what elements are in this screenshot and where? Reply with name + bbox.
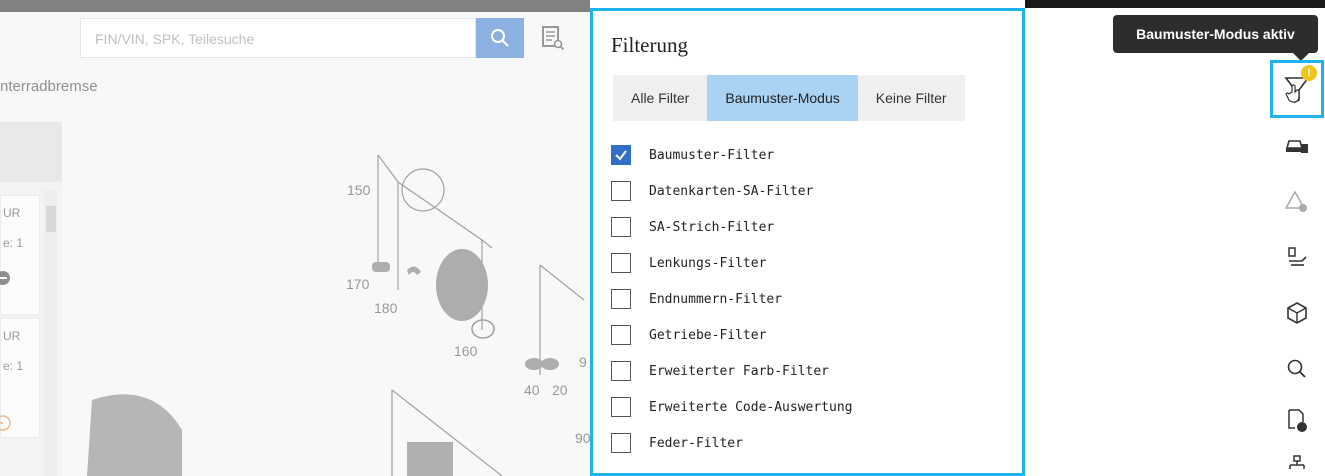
app-frame: nterradbremse UR e: 1 UR e: 1 (0, 0, 1325, 476)
filter-popup: Filterung Alle Filter Baumuster-Modus Ke… (590, 8, 1025, 476)
warnings-button[interactable] (1272, 180, 1322, 222)
oil-service-icon (1288, 247, 1307, 266)
filter-option-label: Endnummern-Filter (649, 291, 783, 307)
hierarchy-icon (1289, 455, 1305, 469)
checkbox[interactable] (611, 181, 631, 201)
filter-option-lenkungs[interactable]: Lenkungs-Filter (611, 245, 853, 281)
filter-option-label: SA-Strich-Filter (649, 219, 775, 235)
search-icon (1287, 359, 1306, 378)
filter-option-getriebe[interactable]: Getriebe-Filter (611, 317, 853, 353)
checkbox-checked[interactable] (611, 145, 631, 165)
filter-option-label: Feder-Filter (649, 435, 743, 451)
checkbox[interactable] (611, 253, 631, 273)
filter-option-sa-strich[interactable]: SA-Strich-Filter (611, 209, 853, 245)
checkbox[interactable] (611, 217, 631, 237)
filter-option-code-auswertung[interactable]: Erweiterte Code-Auswertung (611, 389, 853, 425)
package-icon (1287, 302, 1307, 324)
popup-title: Filterung (611, 33, 688, 57)
modal-dim-overlay[interactable] (0, 0, 590, 476)
filter-option-datenkarten-sa[interactable]: Datenkarten-SA-Filter (611, 173, 853, 209)
filter-option-label: Erweiterte Code-Auswertung (649, 399, 853, 415)
filter-option-farb[interactable]: Erweiterter Farb-Filter (611, 353, 853, 389)
vehicle-data-icon (1285, 140, 1308, 153)
wis-document-button[interactable] (1272, 400, 1322, 442)
mode-all-filters-button[interactable]: Alle Filter (613, 75, 707, 121)
checkmark-icon (615, 150, 627, 161)
filter-mode-toggle: Alle Filter Baumuster-Modus Keine Filter (613, 75, 965, 121)
service-button[interactable] (1272, 236, 1322, 278)
filter-options-list: Baumuster-Filter Datenkarten-SA-Filter S… (611, 137, 853, 461)
vehicle-data-button[interactable] (1272, 124, 1322, 166)
top-bar-right (1025, 0, 1325, 8)
filter-option-baumuster[interactable]: Baumuster-Filter (611, 137, 853, 173)
right-tool-rail: ! (1268, 60, 1325, 476)
checkbox[interactable] (611, 433, 631, 453)
filter-option-label: Erweiterter Farb-Filter (649, 363, 830, 379)
filter-option-label: Getriebe-Filter (649, 327, 767, 343)
hierarchy-button[interactable] (1272, 446, 1322, 476)
search-tool-button[interactable] (1272, 348, 1322, 390)
checkbox[interactable] (611, 361, 631, 381)
wis-document-icon (1288, 409, 1307, 432)
checkbox[interactable] (611, 289, 631, 309)
mode-no-filter-button[interactable]: Keine Filter (858, 75, 965, 121)
filter-option-feder[interactable]: Feder-Filter (611, 425, 853, 461)
filter-option-label: Lenkungs-Filter (649, 255, 767, 271)
mode-baumuster-button[interactable]: Baumuster-Modus (707, 75, 858, 121)
filter-option-label: Datenkarten-SA-Filter (649, 183, 814, 199)
tooltip: Baumuster-Modus aktiv (1113, 15, 1318, 61)
checkbox[interactable] (611, 325, 631, 345)
warning-icon (1284, 190, 1307, 212)
parts-catalog-background: nterradbremse UR e: 1 UR e: 1 (0, 0, 590, 476)
warning-badge: ! (1301, 65, 1317, 81)
filter-option-endnummern[interactable]: Endnummern-Filter (611, 281, 853, 317)
checkbox[interactable] (611, 397, 631, 417)
package-button[interactable] (1272, 292, 1322, 334)
filter-option-label: Baumuster-Filter (649, 147, 775, 163)
filter-button[interactable]: ! (1270, 60, 1324, 118)
